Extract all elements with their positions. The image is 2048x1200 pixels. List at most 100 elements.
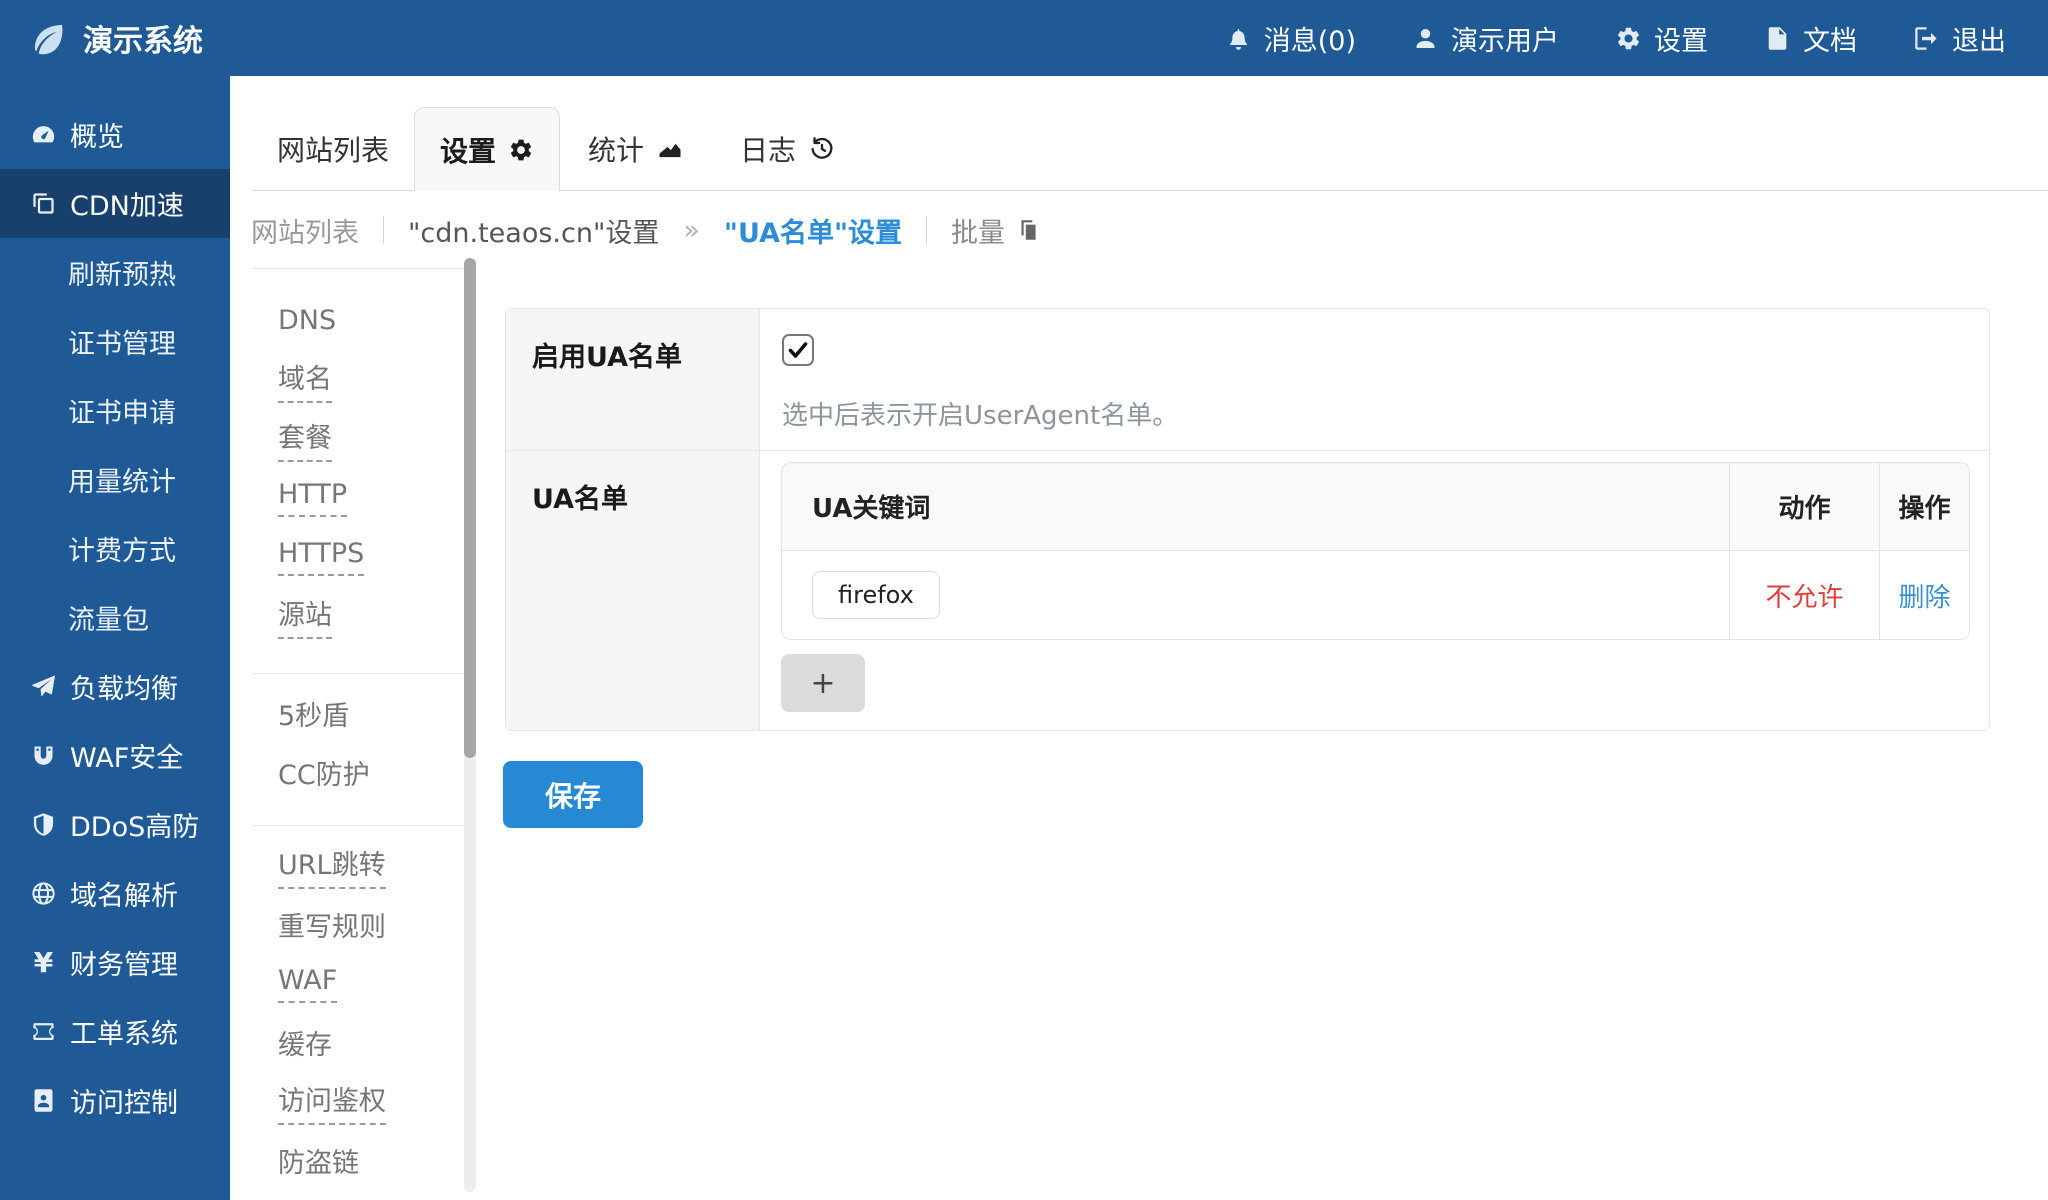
- delete-link[interactable]: 删除: [1898, 577, 1950, 614]
- keyword-chip[interactable]: firefox: [812, 571, 940, 619]
- breadcrumb-separator: [383, 216, 384, 244]
- breadcrumb-arrow: »: [683, 215, 700, 246]
- sidebar-item-ddos[interactable]: DDoS高防: [0, 790, 230, 859]
- menu-item-http[interactable]: HTTP: [252, 468, 464, 527]
- action-value[interactable]: 不允许: [1765, 577, 1843, 614]
- docs-menu-item[interactable]: 文档: [1764, 19, 1857, 58]
- ua-keywords-table: UA关键词 动作 操作 firefox 不允许: [781, 462, 1970, 640]
- copy-icon: [1015, 217, 1041, 243]
- menu-scrollbar-thumb[interactable]: [464, 258, 476, 758]
- user-menu-item[interactable]: 演示用户: [1412, 19, 1559, 58]
- sidebar-item-cdn[interactable]: CDN加速: [0, 169, 230, 238]
- action-cell: 不允许: [1729, 551, 1879, 639]
- menu-item-dns[interactable]: DNS: [252, 291, 464, 350]
- sidebar-item-traffic-pack[interactable]: 流量包: [0, 583, 230, 652]
- enable-ua-hint: 选中后表示开启UserAgent名单。: [782, 395, 1178, 432]
- breadcrumb-site-link[interactable]: "cdn.teaos.cn"设置: [408, 211, 659, 250]
- user-icon: [1412, 25, 1439, 52]
- bell-icon: [1225, 25, 1252, 52]
- menu-item-domain[interactable]: 域名: [252, 350, 464, 409]
- menu-item-plan[interactable]: 套餐: [252, 409, 464, 468]
- brand[interactable]: 演示系统: [0, 16, 203, 60]
- brand-label: 演示系统: [83, 16, 203, 60]
- breadcrumb-websites-link[interactable]: 网站列表: [251, 211, 359, 250]
- enable-ua-label: 启用UA名单: [506, 309, 760, 450]
- sidebar-item-overview[interactable]: 概览: [0, 100, 230, 169]
- logout-icon: [1913, 25, 1940, 52]
- tab-stats[interactable]: 统计: [588, 107, 684, 190]
- sidebar-item-waf[interactable]: WAF安全: [0, 721, 230, 790]
- yen-icon: ¥: [30, 946, 57, 979]
- area-chart-icon: [656, 135, 684, 163]
- breadcrumb-separator: [926, 216, 927, 244]
- topbar-menu: 消息(0) 演示用户 设置 文档 退出: [1225, 19, 2048, 58]
- sidebar-item-dns-resolve[interactable]: 域名解析: [0, 859, 230, 928]
- sidebar-item-billing[interactable]: 计费方式: [0, 514, 230, 583]
- docs-label: 文档: [1803, 19, 1857, 58]
- menu-item-https[interactable]: HTTPS: [252, 527, 464, 586]
- menu-item-auth[interactable]: 访问鉴权: [252, 1072, 464, 1131]
- settings-label: 设置: [1654, 19, 1708, 58]
- sidebar-item-usage-stats[interactable]: 用量统计: [0, 445, 230, 514]
- operation-cell: 删除: [1879, 551, 1969, 639]
- menu-item-cache[interactable]: 缓存: [252, 1013, 464, 1072]
- menu-scrollbar-track[interactable]: [464, 258, 476, 1192]
- header-keyword: UA关键词: [782, 463, 1729, 550]
- sidebar-item-load-balance[interactable]: 负载均衡: [0, 652, 230, 721]
- page: 演示系统 消息(0) 演示用户 设置 文档 退出: [0, 0, 2048, 1200]
- messages-label: 消息(0): [1264, 19, 1356, 58]
- enable-ua-content: 选中后表示开启UserAgent名单。: [760, 309, 1989, 450]
- sidebar-item-cert-apply[interactable]: 证书申请: [0, 376, 230, 445]
- breadcrumb: 网站列表 "cdn.teaos.cn"设置 » "UA名单"设置 批量: [251, 190, 1041, 270]
- batch-button[interactable]: 批量: [951, 211, 1041, 250]
- gear-icon: [1615, 25, 1642, 52]
- sidebar-item-cert-manage[interactable]: 证书管理: [0, 307, 230, 376]
- ua-list-row: UA名单 UA关键词 动作 操作 firefox: [506, 451, 1989, 730]
- save-button[interactable]: 保存: [503, 761, 643, 828]
- tab-websites[interactable]: 网站列表: [277, 107, 389, 190]
- document-icon: [1764, 25, 1791, 52]
- leaf-logo-icon: [30, 20, 67, 57]
- menu-item-5s-shield[interactable]: 5秒盾: [252, 684, 464, 743]
- sidebar-item-access-control[interactable]: 访问控制: [0, 1066, 230, 1135]
- topbar: 演示系统 消息(0) 演示用户 设置 文档 退出: [0, 0, 2048, 76]
- menu-item-waf[interactable]: WAF: [252, 954, 464, 1013]
- enable-ua-row: 启用UA名单 选中后表示开启UserAgent名单。: [506, 309, 1989, 451]
- menu-item-rewrite-rules[interactable]: 重写规则: [252, 895, 464, 954]
- logout-menu-item[interactable]: 退出: [1913, 19, 2006, 58]
- settings-menu-group-3: URL跳转 重写规则 WAF 缓存 访问鉴权 防盗链: [252, 825, 464, 1190]
- tab-settings[interactable]: 设置: [414, 107, 560, 191]
- settings-menu-group-1: DNS 域名 套餐 HTTP HTTPS 源站: [252, 268, 464, 673]
- sidebar-item-finance[interactable]: ¥ 财务管理: [0, 928, 230, 997]
- tab-logs[interactable]: 日志: [740, 107, 836, 190]
- add-keyword-button[interactable]: +: [781, 654, 865, 712]
- settings-menu-group-2: 5秒盾 CC防护: [252, 673, 464, 825]
- table-header-row: UA关键词 动作 操作: [782, 463, 1969, 551]
- dashboard-icon: [30, 121, 57, 148]
- paper-plane-icon: [30, 673, 57, 700]
- magnet-icon: [30, 742, 57, 769]
- menu-item-url-redirect[interactable]: URL跳转: [252, 836, 464, 895]
- header-operation: 操作: [1879, 463, 1969, 550]
- menu-item-hotlink[interactable]: 防盗链: [252, 1131, 464, 1190]
- check-icon: [786, 338, 810, 362]
- breadcrumb-current[interactable]: "UA名单"设置: [724, 211, 902, 250]
- logout-label: 退出: [1952, 19, 2006, 58]
- sidebar-item-refresh-prewarm[interactable]: 刷新预热: [0, 238, 230, 307]
- ua-list-content: UA关键词 动作 操作 firefox 不允许: [760, 451, 1989, 730]
- keyword-cell: firefox: [782, 551, 1729, 639]
- user-label: 演示用户: [1451, 19, 1559, 58]
- menu-item-cc-protect[interactable]: CC防护: [252, 743, 464, 802]
- settings-menu-item[interactable]: 设置: [1615, 19, 1708, 58]
- globe-icon: [30, 880, 57, 907]
- table-row: firefox 不允许 删除: [782, 551, 1969, 639]
- sidebar-nav: 概览 CDN加速 刷新预热 证书管理 证书申请 用量统计 计费方式 流量包 负载…: [0, 100, 230, 1135]
- history-icon: [808, 135, 836, 163]
- settings-side-menu: DNS 域名 套餐 HTTP HTTPS 源站 5秒盾 CC防护 URL跳转 重…: [252, 268, 464, 1190]
- sidebar-item-tickets[interactable]: 工单系统: [0, 997, 230, 1066]
- menu-item-origin[interactable]: 源站: [252, 586, 464, 645]
- messages-menu-item[interactable]: 消息(0): [1225, 19, 1356, 58]
- enable-ua-checkbox[interactable]: [782, 334, 814, 366]
- ua-settings-form: 启用UA名单 选中后表示开启UserAgent名单。 UA名单 UA关键词 动作: [505, 308, 1990, 731]
- id-card-icon: [30, 1087, 57, 1114]
